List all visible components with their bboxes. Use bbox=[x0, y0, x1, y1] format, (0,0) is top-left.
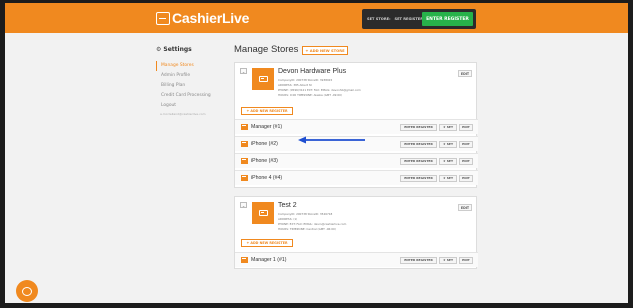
menu-item-billing-plan[interactable]: Billing Plan bbox=[156, 81, 226, 91]
enter-register-button[interactable]: ENTER REGISTER bbox=[400, 256, 437, 264]
enter-register-button[interactable]: ENTER REGISTER bbox=[400, 157, 437, 165]
chevron-down-icon: ⌄ bbox=[241, 68, 246, 74]
register-icon bbox=[241, 124, 248, 130]
settings-menu: Manage Stores Admin Profile Billing Plan… bbox=[156, 61, 226, 116]
settings-heading: ⚙ Settings bbox=[156, 46, 192, 53]
store-card: ⌄ Test 2 CompanyID: 290738 StoreID: 3526… bbox=[234, 196, 478, 269]
register-icon bbox=[241, 141, 248, 147]
logo-text: CashierLive bbox=[172, 10, 250, 26]
register-row: Manager 1 (#1) ENTER REGISTER ★ SET EDIT bbox=[235, 252, 478, 267]
menu-item-credit-card-processing[interactable]: Credit Card Processing bbox=[156, 91, 226, 101]
set-register-button[interactable]: ★ SET bbox=[439, 123, 457, 131]
store-address: ADDRESS: 385 Albert St bbox=[278, 83, 312, 87]
edit-store-button[interactable]: EDIT bbox=[458, 70, 472, 77]
store-header: ⌄ Test 2 CompanyID: 290738 StoreID: 3526… bbox=[235, 197, 476, 241]
enter-register-button[interactable]: ENTER REGISTER bbox=[400, 123, 437, 131]
gear-icon: ⚙ bbox=[156, 46, 162, 53]
edit-register-button[interactable]: EDIT bbox=[459, 174, 473, 182]
chat-inner-icon bbox=[22, 286, 32, 296]
register-row: iPhone 4 (#4) ENTER REGISTER ★ SET EDIT bbox=[235, 170, 478, 185]
page-title: Manage Stores bbox=[234, 44, 299, 55]
add-new-register-button[interactable]: + ADD NEW REGISTER bbox=[241, 107, 293, 115]
store-card: ⌄ Devon Hardware Plus CompanyID: 290738 … bbox=[234, 62, 478, 188]
set-store-label[interactable]: SET STORE: bbox=[367, 17, 391, 21]
chat-bubble-icon[interactable] bbox=[16, 280, 38, 302]
menu-item-manage-stores[interactable]: Manage Stores bbox=[156, 61, 226, 71]
register-icon bbox=[241, 257, 248, 263]
store-ids: CompanyID: 290738 StoreID: 3938915 bbox=[278, 78, 333, 82]
store-register-selector: SET STORE: SET REGISTER: ENTER REGISTER bbox=[362, 9, 476, 29]
main-area: ⚙ Settings Manage Stores Admin Profile B… bbox=[5, 33, 628, 303]
set-register-button[interactable]: ★ SET bbox=[439, 256, 457, 264]
register-name: Manager (#1) bbox=[251, 124, 283, 130]
enter-register-button[interactable]: ENTER REGISTER bbox=[422, 12, 473, 26]
register-name: Manager 1 (#1) bbox=[251, 257, 287, 263]
store-address: ADDRESS: (1) bbox=[278, 217, 298, 221]
set-register-button[interactable]: ★ SET bbox=[439, 140, 457, 148]
enter-register-button[interactable]: ENTER REGISTER bbox=[400, 174, 437, 182]
cash-register-icon bbox=[258, 76, 268, 82]
register-name: iPhone 4 (#4) bbox=[251, 175, 283, 181]
register-row: iPhone (#3) ENTER REGISTER ★ SET EDIT bbox=[235, 153, 478, 168]
store-hours: HOURS: TIMEZONE: Central (GMT -06:00) bbox=[278, 227, 336, 231]
register-icon bbox=[241, 158, 248, 164]
store-icon bbox=[252, 68, 274, 90]
store-contact: PHONE: (0596)3121 EXT: FAX: EMAIL: devon… bbox=[278, 88, 361, 92]
edit-register-button[interactable]: EDIT bbox=[459, 140, 473, 148]
store-hours: HOURS: 9:00 TIMEZONE: Alaska (GMT -09:00… bbox=[278, 93, 343, 97]
cash-register-icon bbox=[258, 210, 268, 216]
logo[interactable]: CashierLive bbox=[156, 10, 249, 26]
top-bar: CashierLive SET STORE: SET REGISTER: ENT… bbox=[5, 3, 628, 33]
chevron-down-icon: ⌄ bbox=[241, 202, 246, 208]
register-logo-icon bbox=[156, 11, 170, 25]
register-icon bbox=[241, 175, 248, 181]
settings-title: Settings bbox=[163, 46, 192, 53]
set-register-button[interactable]: ★ SET bbox=[439, 157, 457, 165]
collapse-toggle[interactable]: ⌄ bbox=[240, 202, 247, 208]
edit-register-button[interactable]: EDIT bbox=[459, 157, 473, 165]
edit-register-button[interactable]: EDIT bbox=[459, 256, 473, 264]
register-name: iPhone (#3) bbox=[251, 158, 278, 164]
set-register-label[interactable]: SET REGISTER: bbox=[395, 17, 425, 21]
menu-item-admin-profile[interactable]: Admin Profile bbox=[156, 71, 226, 81]
set-register-button[interactable]: ★ SET bbox=[439, 174, 457, 182]
store-icon bbox=[252, 202, 274, 224]
browser-viewport: CashierLive SET STORE: SET REGISTER: ENT… bbox=[5, 3, 628, 303]
store-header: ⌄ Devon Hardware Plus CompanyID: 290738 … bbox=[235, 63, 476, 107]
add-new-store-button[interactable]: + ADD NEW STORE bbox=[302, 46, 348, 55]
enter-register-button[interactable]: ENTER REGISTER bbox=[400, 140, 437, 148]
collapse-toggle[interactable]: ⌄ bbox=[240, 68, 247, 74]
add-new-register-button[interactable]: + ADD NEW REGISTER bbox=[241, 239, 293, 247]
annotation-arrow-icon bbox=[298, 136, 365, 144]
register-row: Manager (#1) ENTER REGISTER ★ SET EDIT bbox=[235, 119, 478, 134]
edit-register-button[interactable]: EDIT bbox=[459, 123, 473, 131]
store-name: Devon Hardware Plus bbox=[278, 68, 347, 75]
store-name: Test 2 bbox=[278, 202, 297, 209]
store-ids: CompanyID: 290738 StoreID: 3526718 bbox=[278, 212, 333, 216]
menu-item-logout[interactable]: Logout bbox=[156, 101, 226, 111]
user-email: a.mcclelland@cashierlive.com bbox=[160, 112, 206, 116]
edit-store-button[interactable]: EDIT bbox=[458, 204, 472, 211]
store-contact: PHONE: EXT: FAX: EMAIL: devin@cashierliv… bbox=[278, 222, 347, 226]
